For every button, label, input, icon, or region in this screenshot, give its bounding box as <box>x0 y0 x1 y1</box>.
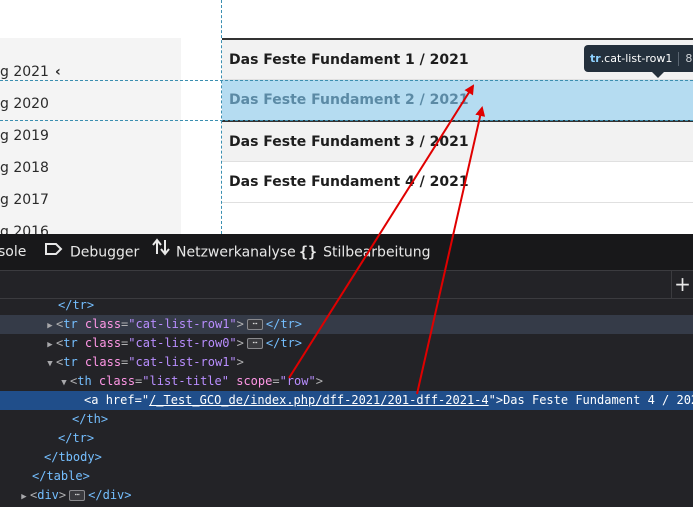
expand-triangle-icon[interactable]: ▶ <box>44 317 56 334</box>
inspector-subbar <box>0 271 693 299</box>
expand-triangle-icon[interactable]: ▶ <box>44 336 56 353</box>
tab-debugger[interactable]: Debugger <box>44 234 139 271</box>
markup-line[interactable]: </tr> <box>0 296 693 315</box>
href-link[interactable]: /_Test_GCO_de/index.php/dff-2021/201-dff… <box>149 393 489 407</box>
year-item-2019[interactable]: g 2019 <box>0 128 49 148</box>
debugger-icon <box>44 234 64 271</box>
inspector-guide-vertical <box>221 0 222 234</box>
tooltip-dimensions: 876 <box>685 52 693 65</box>
markup-line[interactable]: </table> <box>0 467 693 486</box>
article-link[interactable]: Das Feste Fundament 2 / 2021 <box>229 92 469 108</box>
table-row[interactable]: Das Feste Fundament 3 / 2021 <box>222 120 693 161</box>
tab-console[interactable]: sole <box>0 234 26 271</box>
year-item-2017[interactable]: g 2017 <box>0 192 49 212</box>
tooltip-tag: tr <box>590 52 601 65</box>
devtools-toolbar: sole Debugger Netzwerkanalyse {} Stilbear… <box>0 234 693 271</box>
table-row <box>222 202 693 234</box>
article-link[interactable]: Das Feste Fundament 4 / 2021 <box>229 174 469 190</box>
tooltip-pointer <box>652 72 664 78</box>
tooltip-class: .cat-list-row1 <box>600 52 673 65</box>
year-label: g 2017 <box>0 192 49 208</box>
collapsed-content-icon[interactable]: ⋯ <box>246 338 263 349</box>
inspector-tooltip: tr.cat-list-row1 876 <box>584 45 693 72</box>
year-label: g 2018 <box>0 160 49 176</box>
tab-network[interactable]: Netzwerkanalyse <box>152 234 296 271</box>
braces-icon: {} <box>299 243 318 261</box>
table-row[interactable]: Das Feste Fundament 4 / 2021 <box>222 161 693 202</box>
collapsed-content-icon[interactable]: ⋯ <box>246 319 263 330</box>
year-item-2021[interactable]: g 2021 ‹ <box>0 64 61 84</box>
add-node-button[interactable]: + <box>671 271 693 299</box>
inspector-guide-horizontal <box>0 80 693 81</box>
markup-line[interactable]: ▶ <tr class="cat-list-row0"> ⋯ </tr> <box>0 334 693 353</box>
markup-line[interactable]: ▶ <div> ⋯ </div> <box>0 486 693 505</box>
web-page: g 2021 ‹ g 2020 g 2019 g 2018 g 2017 g 20… <box>0 0 693 234</box>
expand-triangle-icon[interactable]: ▶ <box>18 488 30 505</box>
markup-line[interactable]: ▼ <th class="list-title" scope="row"> <box>0 372 693 391</box>
year-label: g 2016 <box>0 224 49 234</box>
collapsed-content-icon[interactable]: ⋯ <box>69 490 86 501</box>
table-row-highlighted[interactable]: Das Feste Fundament 2 / 2021 <box>222 79 693 120</box>
year-item-2020[interactable]: g 2020 <box>0 96 49 116</box>
year-label: g 2019 <box>0 128 49 144</box>
inspector-guide-horizontal <box>0 120 693 121</box>
markup-line[interactable]: </tr> <box>0 429 693 448</box>
devtools-panel: sole Debugger Netzwerkanalyse {} Stilbear… <box>0 234 693 507</box>
markup-line-selected[interactable]: <a href="/_Test_GCO_de/index.php/dff-202… <box>0 391 693 410</box>
collapse-triangle-icon[interactable]: ▼ <box>58 374 70 391</box>
year-item-2016[interactable]: g 2016 <box>0 224 49 234</box>
tab-style-editor[interactable]: {} Stilbearbeitung <box>299 234 431 271</box>
year-item-2018[interactable]: g 2018 <box>0 160 49 180</box>
markup-line[interactable]: ▶ <tr class="cat-list-row1"> ⋯ </tr> <box>0 315 693 334</box>
article-link[interactable]: Das Feste Fundament 1 / 2021 <box>229 52 469 68</box>
year-label: g 2020 <box>0 96 49 112</box>
chevron-left-icon: ‹ <box>54 64 61 80</box>
markup-line[interactable]: ▼ <tr class="cat-list-row1"> <box>0 353 693 372</box>
year-label: g 2021 <box>0 64 49 80</box>
collapse-triangle-icon[interactable]: ▼ <box>44 355 56 372</box>
article-link[interactable]: Das Feste Fundament 3 / 2021 <box>229 134 469 150</box>
network-arrows-icon <box>152 234 170 271</box>
markup-line[interactable]: </th> <box>0 410 693 429</box>
markup-line[interactable]: </tbody> <box>0 448 693 467</box>
